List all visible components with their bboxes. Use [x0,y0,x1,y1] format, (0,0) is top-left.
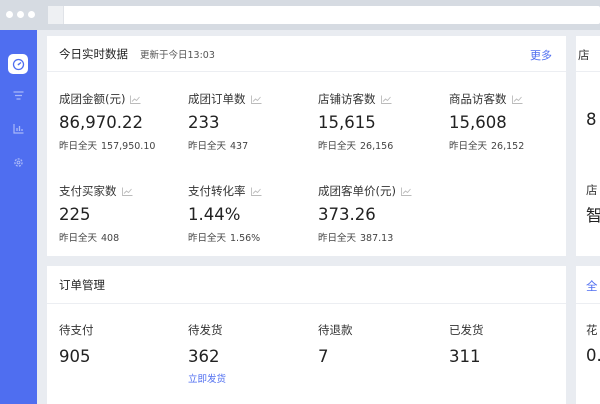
right-panel-tab[interactable]: 全 [586,278,598,294]
card-title: 今日实时数据 [59,46,128,61]
window-controls [6,11,35,18]
metric-value: 233 [188,113,220,132]
metric-value: 86,970.22 [59,113,143,132]
window-dot[interactable] [28,11,35,18]
gear-icon[interactable] [8,152,28,172]
card-title: 订单管理 [59,277,105,292]
metric-value: 15,608 [449,113,507,132]
prev-label: 昨日全天 [59,141,98,152]
filter-icon[interactable] [8,86,28,106]
ship-now-link[interactable]: 立即发货 [188,371,226,385]
prev-label: 昨日全天 [318,141,357,152]
browser-chrome [0,0,600,30]
trend-icon[interactable] [130,95,141,104]
order-label: 待支付 [59,323,94,337]
prev-value: 408 [101,233,120,244]
trend-icon[interactable] [121,187,133,196]
prev-value: 157,950.10 [101,141,156,152]
address-bar[interactable] [48,6,600,24]
trend-icon[interactable] [511,95,523,104]
right-panel-card: 店 8 店 智 [576,36,600,256]
order-value: 905 [59,347,91,366]
prev-label: 昨日全天 [449,141,488,152]
metric-product-visitors[interactable]: 商品访客数 15,608 昨日全天 26,152 [449,91,524,152]
prev-label: 昨日全天 [318,233,357,244]
metric-label: 成团金额(元) [59,92,126,106]
metric-value: 225 [59,205,91,224]
metric-label: 店铺访客数 [318,92,376,106]
order-pending-refund[interactable]: 待退款 7 [318,322,353,366]
trend-icon[interactable] [380,95,392,104]
order-value: 311 [449,347,481,366]
prev-value: 26,156 [360,141,394,152]
prev-value: 26,152 [491,141,525,152]
order-value: 362 [188,347,220,366]
tab-stub[interactable] [48,6,64,24]
trend-icon[interactable] [250,187,262,196]
window-dot[interactable] [6,11,13,18]
metric-gmv[interactable]: 成团金额(元) 86,970.22 昨日全天 157,950.10 [59,91,155,152]
metric-orders[interactable]: 成团订单数 233 昨日全天 437 [188,91,262,152]
metric-conversion-rate[interactable]: 支付转化率 1.44% 昨日全天 1.56% [188,183,262,244]
order-pending-payment[interactable]: 待支付 905 [59,322,94,366]
metric-avg-order-value[interactable]: 成团客单价(元) 373.26 昨日全天 387.13 [318,183,412,244]
prev-value: 437 [230,141,249,152]
right-panel-value: 0. [586,346,600,365]
metric-label: 商品访客数 [449,92,507,106]
right-panel-value: 智 [586,206,600,225]
order-pending-shipment[interactable]: 待发货 362 立即发货 [188,322,226,385]
metric-paying-buyers[interactable]: 支付买家数 225 昨日全天 408 [59,183,133,244]
metric-value: 373.26 [318,205,376,224]
card-header: 今日实时数据 更新于今日13:03 更多 [47,36,566,72]
order-label: 已发货 [449,323,484,337]
order-label: 待发货 [188,323,223,337]
metric-label: 支付买家数 [59,184,117,198]
right-panel-label: 花 [586,323,598,337]
dashboard-icon[interactable] [8,54,28,74]
prev-label: 昨日全天 [188,141,227,152]
chart-icon[interactable] [8,118,28,138]
trend-icon[interactable] [250,95,262,104]
right-panel-value: 8 [586,110,597,129]
prev-label: 昨日全天 [188,233,227,244]
sidebar [0,30,37,404]
window-dot[interactable] [17,11,24,18]
order-value: 7 [318,347,329,366]
order-shipped[interactable]: 已发货 311 [449,322,484,366]
prev-value: 1.56% [230,233,261,244]
trend-icon[interactable] [401,187,412,196]
metric-value: 15,615 [318,113,376,132]
metric-label: 支付转化率 [188,184,246,198]
more-link[interactable]: 更多 [530,47,552,63]
order-label: 待退款 [318,323,353,337]
order-management-card: 订单管理 待支付 905 待发货 362 立即发货 待退款 7 已发货 311 [47,266,566,404]
update-time: 更新于今日13:03 [140,49,215,61]
right-panel-card-2: 全 花 0. [576,266,600,404]
metric-value: 1.44% [188,205,241,224]
prev-label: 昨日全天 [59,233,98,244]
metric-label: 成团订单数 [188,92,246,106]
right-panel-label: 店 [586,183,598,197]
card-header: 订单管理 [47,266,566,304]
right-panel-title: 店 [578,48,590,62]
realtime-data-card: 今日实时数据 更新于今日13:03 更多 成团金额(元) 86,970.22 昨… [47,36,566,256]
metric-label: 成团客单价(元) [318,184,396,198]
metric-store-visitors[interactable]: 店铺访客数 15,615 昨日全天 26,156 [318,91,393,152]
prev-value: 387.13 [360,233,394,244]
